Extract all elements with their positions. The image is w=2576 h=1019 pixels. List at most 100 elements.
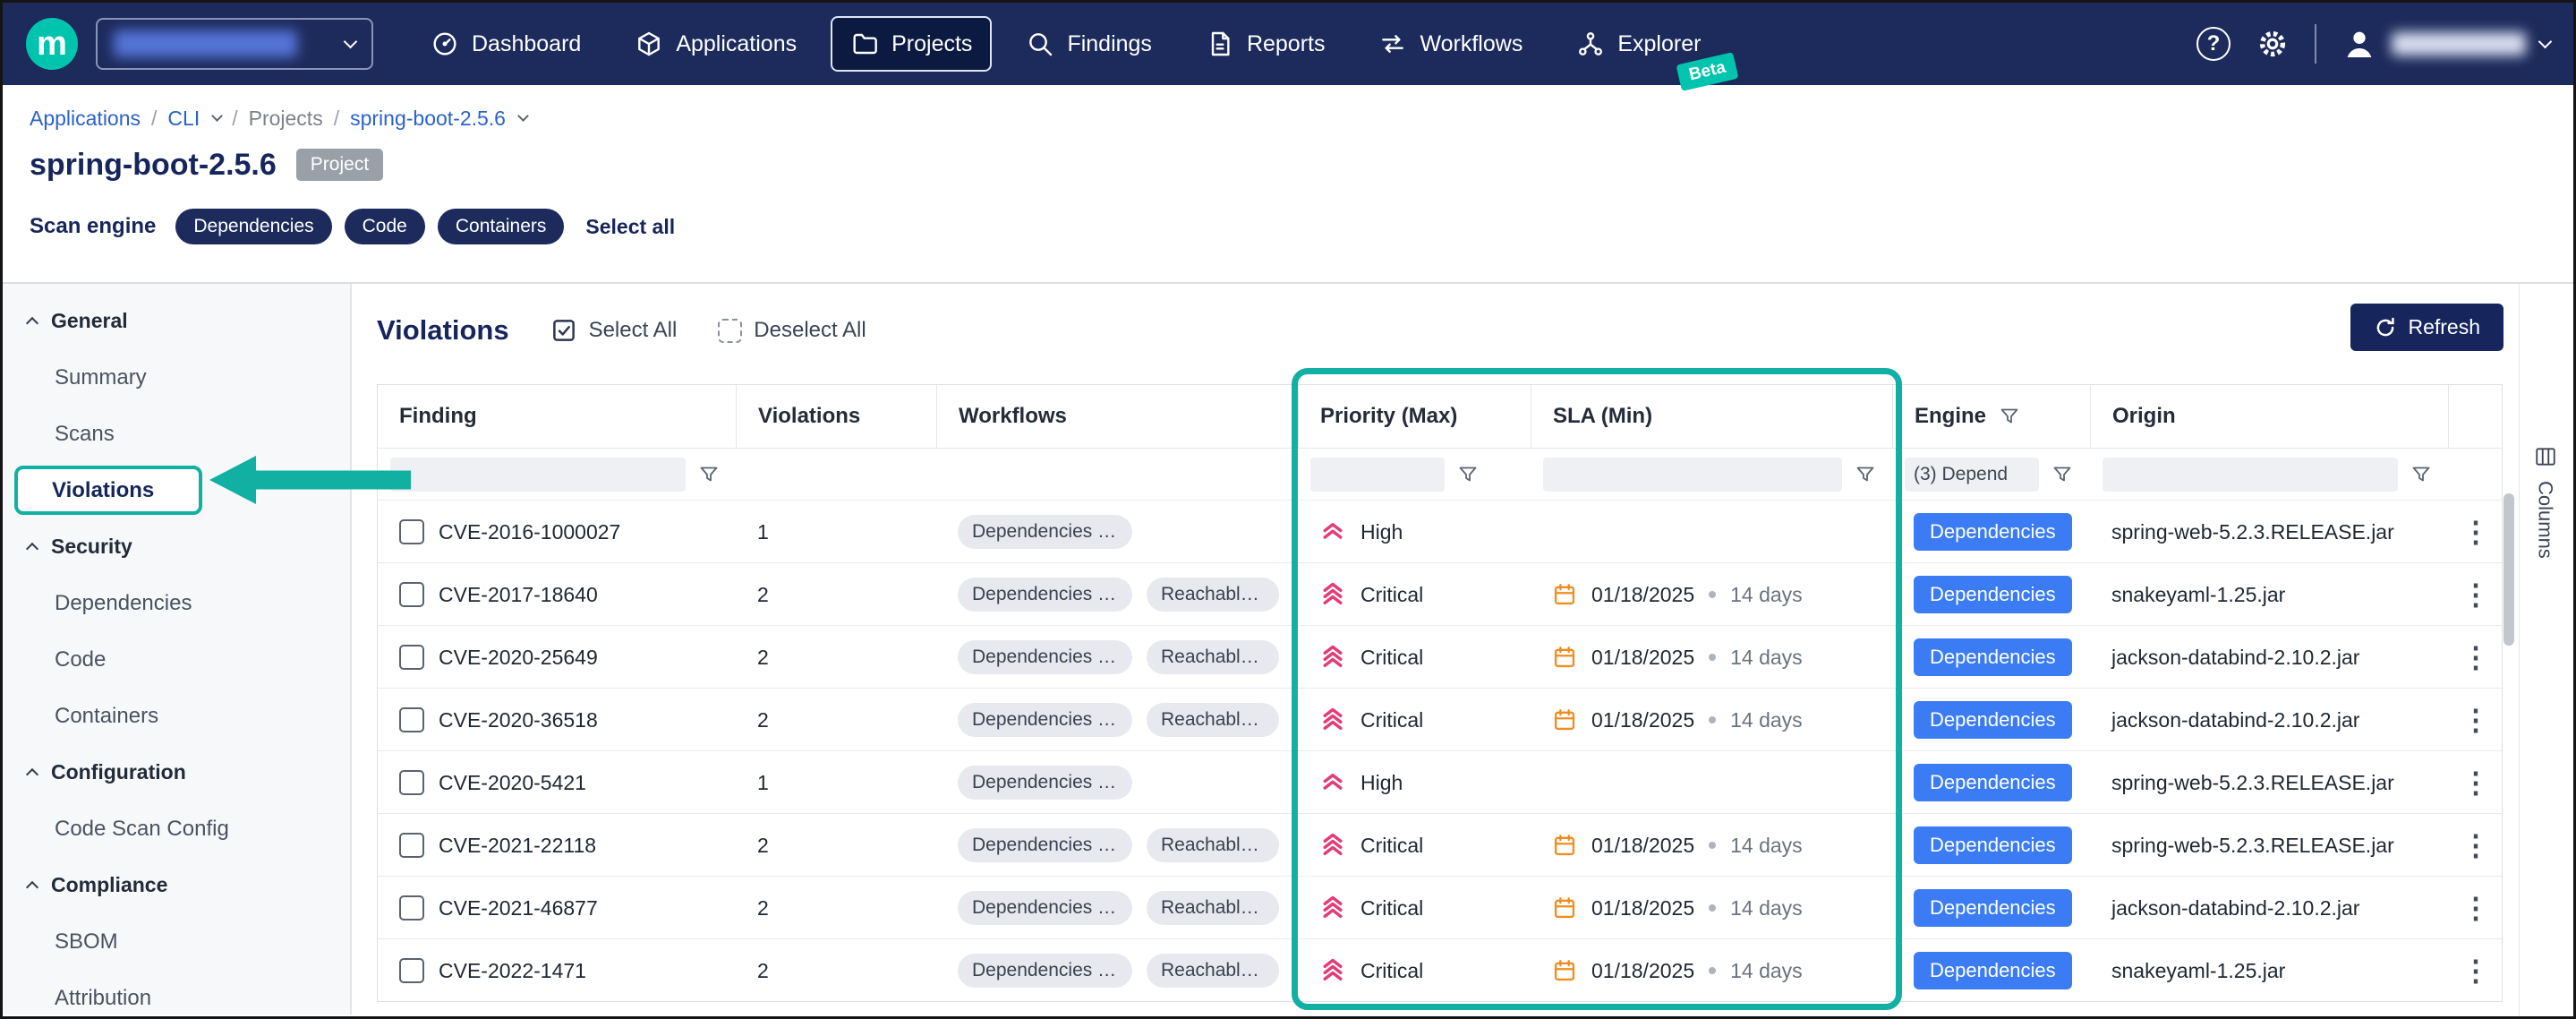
scan-engine-pill-code[interactable]: Code <box>345 209 425 244</box>
row-checkbox[interactable] <box>399 895 424 921</box>
row-menu-button[interactable]: ⋮ <box>2448 939 2503 1002</box>
sidebar-item-sbom[interactable]: SBOM <box>3 913 350 970</box>
row-checkbox[interactable] <box>399 770 424 795</box>
finding-filter-input[interactable] <box>390 458 686 492</box>
sidebar-section-configuration[interactable]: Configuration <box>3 744 350 801</box>
sidebar-item-attribution[interactable]: Attribution <box>3 970 350 1019</box>
finding-id[interactable]: CVE-2017-18640 <box>439 583 598 607</box>
origin-filter-input[interactable] <box>2103 458 2398 492</box>
priority-label: Critical <box>1361 959 1423 983</box>
mend-logo-icon[interactable]: m <box>26 18 78 70</box>
nav-item-findings[interactable]: Findings <box>1006 16 1172 72</box>
dot-separator <box>1709 716 1716 724</box>
column-header-sla-min-[interactable]: SLA (Min) <box>1531 385 1892 448</box>
row-checkbox[interactable] <box>399 645 424 670</box>
column-header-priority-max-[interactable]: Priority (Max) <box>1298 385 1531 448</box>
nav-item-applications[interactable]: Applications <box>615 16 816 72</box>
engine-filter-value[interactable]: (3) Depend <box>1905 458 2039 492</box>
finding-cell: CVE-2021-22118 <box>378 814 736 877</box>
filter-funnel-icon[interactable] <box>1457 464 1479 485</box>
filter-funnel-icon[interactable] <box>2410 464 2432 485</box>
row-menu-button[interactable]: ⋮ <box>2448 501 2503 563</box>
row-menu-button[interactable]: ⋮ <box>2448 689 2503 751</box>
row-menu-button[interactable]: ⋮ <box>2448 877 2503 939</box>
row-menu-button[interactable]: ⋮ <box>2448 814 2503 877</box>
column-header-finding[interactable]: Finding <box>378 385 736 448</box>
sla-filter-input[interactable] <box>1543 458 1842 492</box>
nav-item-dashboard[interactable]: Dashboard <box>411 16 601 72</box>
sidebar-item-code-scan-config[interactable]: Code Scan Config <box>3 801 350 857</box>
vertical-scrollbar-thumb[interactable] <box>2503 493 2514 646</box>
calendar-icon <box>1552 582 1577 607</box>
origin-cell: spring-web-5.2.3.RELEASE.jar <box>2090 814 2448 877</box>
nav-item-explorer[interactable]: Explorer Beta <box>1557 16 1720 72</box>
sidebar-item-containers[interactable]: Containers <box>3 688 350 744</box>
sidebar-section-security[interactable]: Security <box>3 518 350 575</box>
workflows-cell: Dependencies - ...Reachable and C... <box>936 877 1298 939</box>
settings-gear-icon[interactable] <box>2256 27 2290 61</box>
org-selector-dropdown[interactable] <box>96 18 373 70</box>
sidebar-item-code[interactable]: Code <box>3 631 350 688</box>
checkbox-checked-icon <box>550 317 577 344</box>
filter-funnel-icon[interactable] <box>698 464 720 485</box>
priority-cell: Critical <box>1298 689 1531 751</box>
sidebar-section-compliance[interactable]: Compliance <box>3 857 350 913</box>
sidebar-item-violations[interactable]: Violations <box>3 462 350 518</box>
user-menu[interactable] <box>2341 26 2550 62</box>
filter-funnel-icon[interactable] <box>2051 464 2073 485</box>
sla-days: 14 days <box>1730 646 1803 670</box>
column-header-origin[interactable]: Origin <box>2090 385 2448 448</box>
column-header-engine[interactable]: Engine <box>1892 385 2090 448</box>
sidebar-section-title: Compliance <box>51 873 167 897</box>
columns-rail[interactable]: Columns <box>2519 284 2571 1016</box>
nav-item-projects[interactable]: Projects <box>831 16 992 72</box>
scan-engine-pill-containers[interactable]: Containers <box>438 209 565 244</box>
finding-id[interactable]: CVE-2020-25649 <box>439 646 598 670</box>
org-name-redacted <box>114 30 297 57</box>
select-all-button[interactable]: Select All <box>550 317 678 344</box>
severity-high-icon <box>1319 769 1346 796</box>
nav-item-workflows[interactable]: Workflows <box>1359 16 1542 72</box>
column-header-workflows[interactable]: Workflows <box>936 385 1298 448</box>
sidebar-section-title: General <box>51 309 128 333</box>
finding-id[interactable]: CVE-2021-22118 <box>439 834 596 858</box>
finding-id[interactable]: CVE-2020-5421 <box>439 771 586 795</box>
workflows-cell: Dependencies - ...Reachable and C... <box>936 689 1298 751</box>
finding-id[interactable]: CVE-2020-36518 <box>439 708 598 732</box>
row-menu-button[interactable]: ⋮ <box>2448 751 2503 814</box>
finding-id[interactable]: CVE-2021-46877 <box>439 896 598 921</box>
scan-select-all[interactable]: Select all <box>585 215 675 239</box>
sidebar-item-dependencies[interactable]: Dependencies <box>3 575 350 631</box>
finding-id[interactable]: CVE-2016-1000027 <box>439 520 620 544</box>
column-header-violations[interactable]: Violations <box>736 385 936 448</box>
workflow-pill: Reachable and C... <box>1147 828 1279 862</box>
finding-cell: CVE-2016-1000027 <box>378 501 736 563</box>
scan-engine-pill-dependencies[interactable]: Dependencies <box>175 209 331 244</box>
top-navigation-bar: m Dashboard Applications Projects Findin… <box>3 3 2573 85</box>
finding-id[interactable]: CVE-2022-1471 <box>439 959 586 983</box>
row-menu-button[interactable]: ⋮ <box>2448 563 2503 626</box>
nav-item-reports[interactable]: Reports <box>1186 16 1345 72</box>
row-menu-button[interactable]: ⋮ <box>2448 626 2503 689</box>
row-checkbox[interactable] <box>399 707 424 732</box>
row-checkbox[interactable] <box>399 519 424 544</box>
refresh-button[interactable]: Refresh <box>2350 304 2503 351</box>
workflow-pill: Reachable and C... <box>1147 891 1279 925</box>
row-checkbox[interactable] <box>399 582 424 607</box>
filter-funnel-icon[interactable] <box>1855 464 1876 485</box>
finding-cell: CVE-2022-1471 <box>378 939 736 1002</box>
row-checkbox[interactable] <box>399 833 424 858</box>
sidebar-item-summary[interactable]: Summary <box>3 349 350 406</box>
breadcrumb-item[interactable]: Applications <box>30 105 141 132</box>
sidebar-section-general[interactable]: General <box>3 293 350 349</box>
workflows-filter-cell <box>936 449 1298 501</box>
deselect-all-button[interactable]: Deselect All <box>718 318 866 343</box>
row-checkbox[interactable] <box>399 958 424 983</box>
help-icon[interactable]: ? <box>2196 27 2231 61</box>
sidebar-item-scans[interactable]: Scans <box>3 406 350 462</box>
priority-filter-input[interactable] <box>1310 458 1445 492</box>
breadcrumb-item[interactable]: CLI <box>167 105 200 132</box>
breadcrumb-item[interactable]: spring-boot-2.5.6 <box>350 105 506 132</box>
main-panel: Violations Select All Deselect All Refre… <box>352 284 2573 1015</box>
filter-funnel-icon[interactable] <box>1999 406 2020 427</box>
